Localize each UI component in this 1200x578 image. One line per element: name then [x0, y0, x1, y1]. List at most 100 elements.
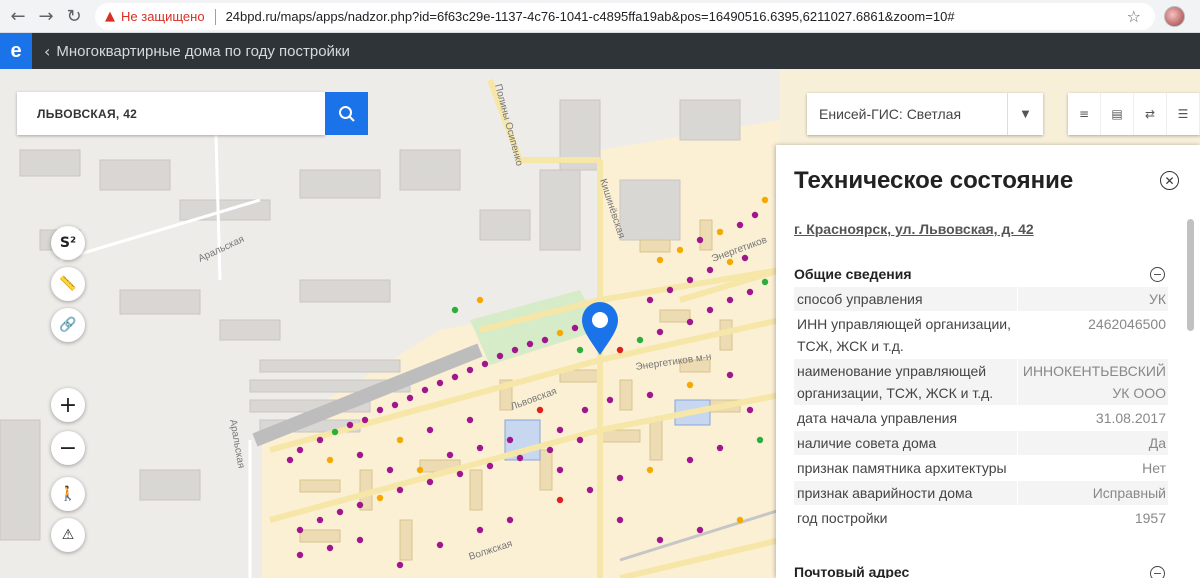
building-marker[interactable]: [526, 340, 534, 348]
building-marker[interactable]: [426, 478, 434, 486]
building-marker[interactable]: [646, 296, 654, 304]
building-marker[interactable]: [686, 381, 694, 389]
building-marker[interactable]: [336, 508, 344, 516]
list-icon[interactable]: ≡: [1068, 93, 1101, 135]
building-marker[interactable]: [761, 278, 769, 286]
person-icon[interactable]: 🚶: [51, 477, 85, 511]
building-marker[interactable]: [496, 352, 504, 360]
building-marker[interactable]: [296, 446, 304, 454]
building-marker[interactable]: [296, 551, 304, 559]
building-marker[interactable]: [466, 366, 474, 374]
building-marker[interactable]: [476, 526, 484, 534]
building-marker[interactable]: [716, 228, 724, 236]
building-marker[interactable]: [646, 391, 654, 399]
building-marker[interactable]: [356, 451, 364, 459]
building-marker[interactable]: [376, 494, 384, 502]
building-marker[interactable]: [356, 501, 364, 509]
building-marker[interactable]: [506, 516, 514, 524]
building-marker[interactable]: [556, 329, 564, 337]
building-marker[interactable]: [686, 456, 694, 464]
building-marker[interactable]: [466, 416, 474, 424]
building-marker[interactable]: [736, 221, 744, 229]
building-marker[interactable]: [326, 456, 334, 464]
security-label[interactable]: Не защищено: [121, 9, 205, 24]
building-marker[interactable]: [576, 436, 584, 444]
scrollbar[interactable]: [1187, 219, 1194, 331]
building-marker[interactable]: [706, 266, 714, 274]
building-marker[interactable]: [686, 318, 694, 326]
building-marker[interactable]: [486, 462, 494, 470]
building-marker[interactable]: [436, 541, 444, 549]
building-marker[interactable]: [556, 466, 564, 474]
area-measure-button[interactable]: S²: [51, 226, 85, 260]
building-marker[interactable]: [756, 436, 764, 444]
warning-triangle-icon[interactable]: ⚠: [51, 518, 85, 552]
app-logo-icon[interactable]: e: [0, 33, 32, 69]
building-marker[interactable]: [511, 346, 519, 354]
building-marker[interactable]: [656, 536, 664, 544]
building-marker[interactable]: [481, 360, 489, 368]
search-button[interactable]: [325, 92, 368, 135]
building-marker[interactable]: [416, 466, 424, 474]
building-marker[interactable]: [396, 561, 404, 569]
building-marker[interactable]: [586, 486, 594, 494]
building-marker[interactable]: [616, 516, 624, 524]
collapse-icon[interactable]: −: [1150, 566, 1165, 578]
building-marker[interactable]: [616, 474, 624, 482]
building-marker[interactable]: [286, 456, 294, 464]
address-link[interactable]: г. Красноярск, ул. Львовская, д. 42: [794, 221, 1034, 237]
building-icon[interactable]: ▤: [1101, 93, 1134, 135]
url-text[interactable]: 24bpd.ru/maps/apps/nadzor.php?id=6f63c29…: [226, 9, 955, 24]
building-marker[interactable]: [676, 246, 684, 254]
building-marker[interactable]: [746, 406, 754, 414]
building-marker[interactable]: [391, 401, 399, 409]
building-marker[interactable]: [581, 406, 589, 414]
collapse-icon[interactable]: −: [1150, 267, 1165, 282]
bookmark-star-icon[interactable]: ☆: [1127, 7, 1141, 26]
building-marker[interactable]: [296, 526, 304, 534]
building-marker[interactable]: [726, 258, 734, 266]
link-icon[interactable]: 🔗: [51, 308, 85, 342]
building-marker[interactable]: [406, 394, 414, 402]
app-title[interactable]: Многоквартирные дома по году постройки: [56, 43, 349, 60]
building-marker[interactable]: [361, 416, 369, 424]
layers-swap-icon[interactable]: ⇄: [1134, 93, 1167, 135]
building-marker[interactable]: [396, 486, 404, 494]
building-marker[interactable]: [696, 236, 704, 244]
building-marker[interactable]: [686, 276, 694, 284]
search-input[interactable]: ЛЬВОВСКАЯ, 42: [17, 92, 325, 135]
building-marker[interactable]: [606, 396, 614, 404]
chevron-down-icon[interactable]: ▼: [1007, 93, 1043, 135]
building-marker[interactable]: [726, 296, 734, 304]
building-marker[interactable]: [316, 516, 324, 524]
building-marker[interactable]: [741, 254, 749, 262]
building-marker[interactable]: [316, 436, 324, 444]
forward-icon[interactable]: →: [32, 2, 60, 30]
section-postal-header[interactable]: Почтовый адрес: [794, 564, 909, 578]
profile-avatar[interactable]: [1164, 6, 1185, 27]
building-marker[interactable]: [356, 536, 364, 544]
building-marker[interactable]: [346, 421, 354, 429]
building-marker[interactable]: [696, 526, 704, 534]
building-marker[interactable]: [556, 426, 564, 434]
building-marker[interactable]: [716, 444, 724, 452]
building-marker[interactable]: [331, 428, 339, 436]
building-marker[interactable]: [376, 406, 384, 414]
building-marker[interactable]: [541, 336, 549, 344]
building-marker[interactable]: [476, 444, 484, 452]
building-marker[interactable]: [706, 306, 714, 314]
building-marker[interactable]: [746, 288, 754, 296]
building-marker[interactable]: [571, 324, 579, 332]
building-marker[interactable]: [556, 496, 564, 504]
building-marker[interactable]: [456, 470, 464, 478]
building-marker[interactable]: [451, 306, 459, 314]
close-icon[interactable]: ✕: [1160, 171, 1179, 190]
building-marker[interactable]: [666, 286, 674, 294]
building-marker[interactable]: [656, 328, 664, 336]
building-marker[interactable]: [426, 426, 434, 434]
zoom-in-button[interactable]: +: [51, 388, 85, 422]
building-marker[interactable]: [576, 346, 584, 354]
reload-icon[interactable]: ↻: [60, 2, 88, 30]
building-marker[interactable]: [476, 296, 484, 304]
building-marker[interactable]: [516, 454, 524, 462]
